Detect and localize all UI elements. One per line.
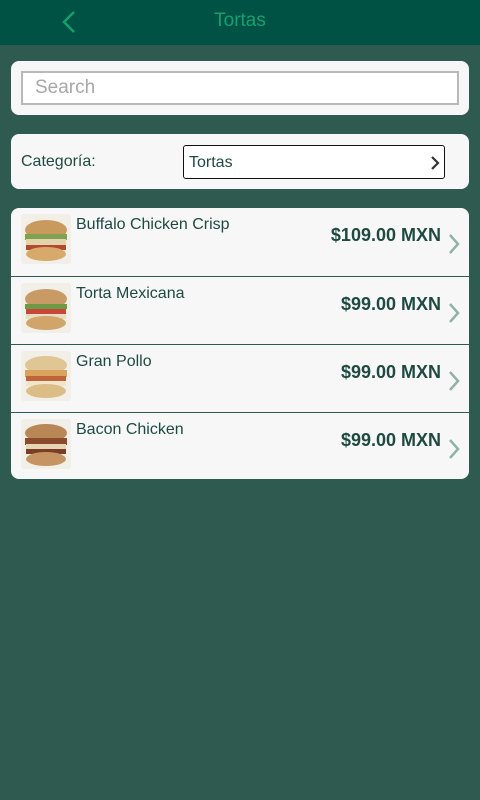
item-name: Bacon Chicken [76,421,184,438]
category-card: Categoría: Tortas [11,134,469,189]
chevron-right-icon [449,371,460,391]
product-list: Buffalo Chicken Crisp $109.00 MXN Torta … [11,208,469,479]
product-thumbnail [21,214,71,264]
product-thumbnail [21,351,71,401]
page-title: Tortas [214,10,266,31]
chevron-right-icon [431,156,440,170]
top-bar: Tortas [0,0,480,45]
list-item[interactable]: Bacon Chicken $99.00 MXN [11,412,469,479]
category-label: Categoría: [21,153,96,170]
item-price: $99.00 MXN [340,362,441,382]
item-name: Torta Mexicana [76,285,185,302]
item-price: $109.00 MXN [330,225,441,245]
chevron-right-icon [449,303,460,323]
item-price: $99.00 MXN [340,430,441,450]
category-select[interactable]: Tortas [183,145,445,179]
product-thumbnail [21,283,71,333]
chevron-right-icon [449,234,460,254]
search-input[interactable] [21,71,459,105]
item-name: Buffalo Chicken Crisp [76,216,230,233]
item-price: $99.00 MXN [340,294,441,314]
category-select-value: Tortas [189,154,233,171]
list-item[interactable]: Torta Mexicana $99.00 MXN [11,276,469,344]
search-card [11,61,469,115]
item-name: Gran Pollo [76,353,152,370]
chevron-right-icon [449,439,460,459]
product-thumbnail [21,419,71,469]
list-item[interactable]: Gran Pollo $99.00 MXN [11,344,469,412]
list-item[interactable]: Buffalo Chicken Crisp $109.00 MXN [11,208,469,276]
